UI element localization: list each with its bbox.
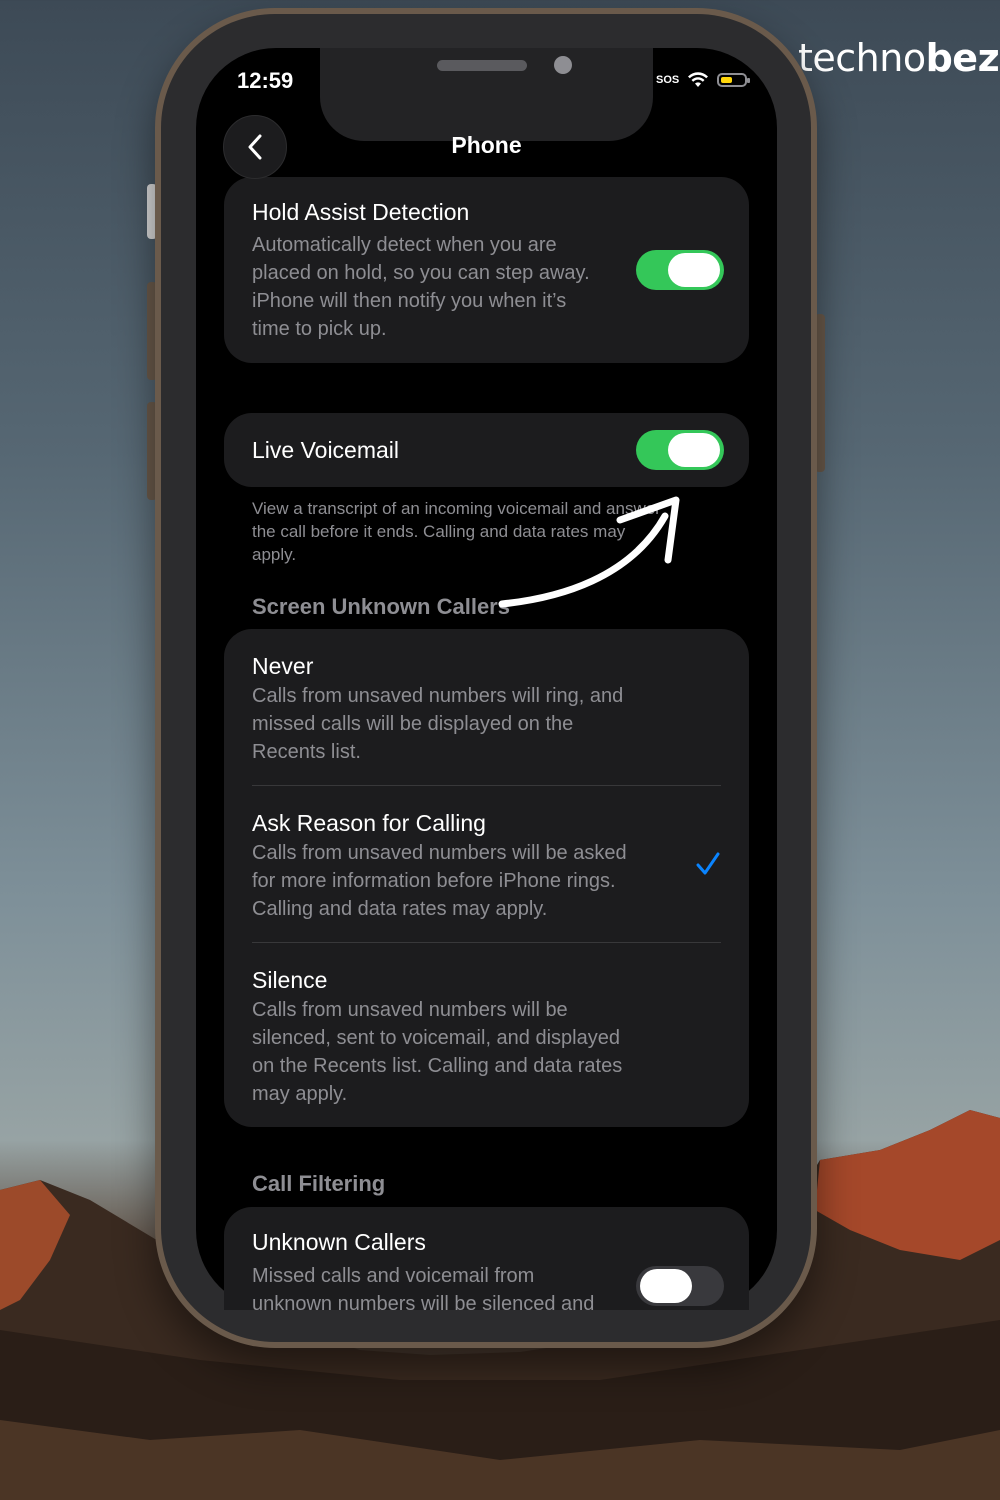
option-silence-description: Calls from unsaved numbers will be silen… bbox=[252, 999, 623, 1105]
annotation-arrow-icon bbox=[498, 496, 680, 608]
battery-icon bbox=[717, 73, 751, 87]
option-never-title: Never bbox=[252, 653, 314, 679]
sos-indicator: SOS bbox=[656, 74, 680, 86]
option-ask-reason[interactable]: Ask Reason for Calling Calls from unsave… bbox=[224, 786, 749, 942]
live-voicemail-card: Live Voicemail bbox=[224, 413, 749, 487]
option-ask-reason-description: Calls from unsaved numbers will be asked… bbox=[252, 842, 627, 920]
unknown-callers-description: Missed calls and voicemail from unknown … bbox=[252, 1265, 595, 1310]
hold-assist-card: Hold Assist Detection Automatically dete… bbox=[224, 177, 749, 363]
live-voicemail-title: Live Voicemail bbox=[252, 437, 400, 463]
option-silence-title: Silence bbox=[252, 967, 328, 993]
page-title: Phone bbox=[451, 132, 522, 158]
option-never[interactable]: Never Calls from unsaved numbers will ri… bbox=[224, 629, 749, 785]
unknown-callers-toggle[interactable] bbox=[636, 1266, 724, 1306]
status-icons: SOS bbox=[656, 72, 751, 88]
call-filtering-card: Unknown Callers Missed calls and voicema… bbox=[224, 1207, 749, 1310]
hold-assist-title: Hold Assist Detection bbox=[252, 199, 470, 225]
status-time: 12:59 bbox=[237, 68, 294, 93]
hold-assist-description: Automatically detect when you are placed… bbox=[252, 234, 590, 340]
speaker-grille bbox=[437, 60, 527, 71]
hold-assist-toggle[interactable] bbox=[636, 250, 724, 290]
unknown-callers-title: Unknown Callers bbox=[252, 1229, 426, 1255]
dynamic-island bbox=[320, 48, 653, 141]
back-button[interactable] bbox=[223, 115, 287, 179]
front-camera bbox=[554, 56, 572, 74]
screen-unknown-callers-header: Screen Unknown Callers bbox=[252, 594, 510, 619]
screen-unknown-callers-card: Never Calls from unsaved numbers will ri… bbox=[224, 629, 749, 1127]
chevron-left-icon bbox=[248, 134, 262, 160]
option-silence[interactable]: Silence Calls from unsaved numbers will … bbox=[224, 943, 749, 1127]
option-ask-reason-title: Ask Reason for Calling bbox=[252, 810, 486, 836]
checkmark-icon bbox=[696, 852, 720, 875]
option-never-description: Calls from unsaved numbers will ring, an… bbox=[252, 685, 624, 763]
live-voicemail-toggle[interactable] bbox=[636, 430, 724, 470]
call-filtering-header: Call Filtering bbox=[252, 1171, 386, 1196]
wifi-icon bbox=[688, 72, 709, 87]
brand-logo: technobezz bbox=[798, 36, 1000, 80]
